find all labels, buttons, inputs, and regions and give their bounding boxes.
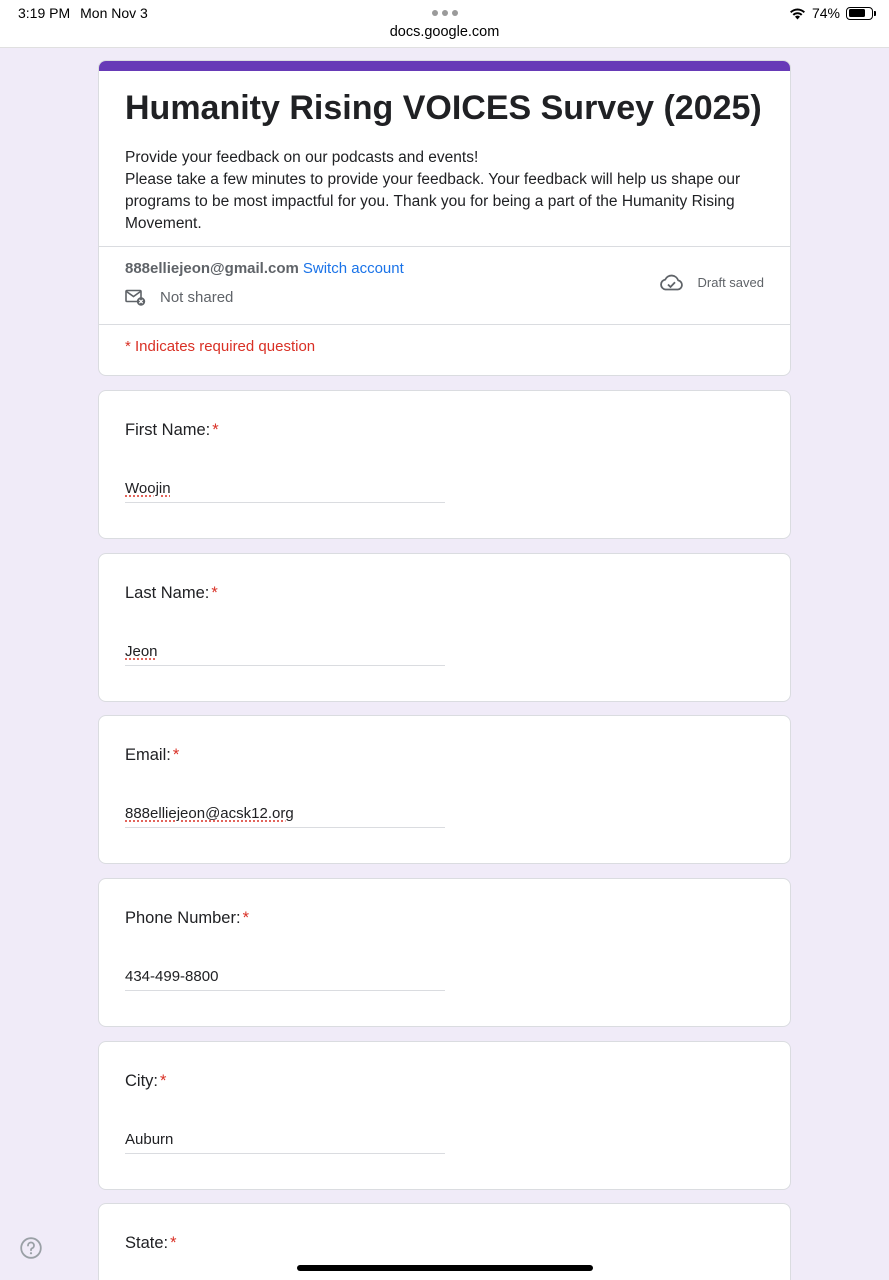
mail-not-shared-icon <box>125 289 146 306</box>
required-asterisk: * <box>211 584 218 602</box>
required-asterisk: * <box>212 421 219 439</box>
required-asterisk: * <box>242 909 249 927</box>
form-header-card: Humanity Rising VOICES Survey (2025) Pro… <box>98 60 791 376</box>
status-time: 3:19 PM <box>18 5 71 21</box>
browser-top-bar: 3:19 PM Mon Nov 3 docs.google.com 74% <box>0 0 889 48</box>
status-time-date: 3:19 PM Mon Nov 3 <box>18 5 148 21</box>
not-shared-row: Not shared <box>125 289 233 306</box>
not-shared-label: Not shared <box>160 289 234 306</box>
question-label: Last Name: * <box>125 584 218 602</box>
phone-number-input[interactable]: 434-499-8800 <box>125 967 445 991</box>
question-first-name: First Name: * Woojin <box>98 390 791 539</box>
home-indicator <box>297 1265 593 1271</box>
draft-saved-label: Draft saved <box>697 274 764 290</box>
city-input[interactable]: Auburn <box>125 1130 445 1154</box>
account-email: 888elliejeon@gmail.com <box>125 260 299 277</box>
required-asterisk: * <box>160 1072 167 1090</box>
question-label: Email: * <box>125 746 180 764</box>
required-question-note: * Indicates required question <box>125 338 316 355</box>
status-indicators: 74% <box>789 4 876 22</box>
battery-percent: 74% <box>811 5 840 21</box>
form-description-line1: Provide your feedback on our podcasts an… <box>125 149 479 166</box>
question-label: City: * <box>125 1072 167 1090</box>
email-input[interactable]: 888elliejeon@acsk12.org <box>125 804 445 828</box>
form-description-line2: Please take a few minutes to provide you… <box>125 171 741 232</box>
help-icon[interactable] <box>20 1237 42 1259</box>
cloud-check-icon <box>659 274 683 291</box>
first-name-input[interactable]: Woojin <box>125 479 445 503</box>
question-label: First Name: * <box>125 421 219 439</box>
battery-icon <box>846 6 876 20</box>
last-name-input[interactable]: Jeon <box>125 642 445 666</box>
question-phone-number: Phone Number: * 434-499-8800 <box>98 878 791 1027</box>
header-accent-bar <box>99 61 790 71</box>
header-divider <box>99 246 790 247</box>
account-divider <box>99 324 790 325</box>
question-label: Phone Number: * <box>125 909 249 927</box>
status-date: Mon Nov 3 <box>80 5 148 21</box>
question-last-name: Last Name: * Jeon <box>98 553 791 702</box>
question-city: City: * Auburn <box>98 1041 791 1190</box>
question-label: State: * <box>125 1234 177 1252</box>
required-asterisk: * <box>172 746 180 764</box>
url-bar[interactable]: docs.google.com <box>0 24 889 40</box>
required-asterisk: * <box>170 1234 177 1252</box>
question-email: Email: * 888elliejeon@acsk12.org <box>98 715 791 864</box>
draft-status: Draft saved <box>659 273 764 291</box>
form-description: Provide your feedback on our podcasts an… <box>125 147 775 235</box>
tab-options-icon[interactable] <box>432 10 458 16</box>
form-title: Humanity Rising VOICES Survey (2025) <box>125 89 762 127</box>
account-row: 888elliejeon@gmail.com Switch account <box>125 260 404 277</box>
switch-account-link[interactable]: Switch account <box>303 260 404 277</box>
wifi-icon <box>789 8 805 19</box>
